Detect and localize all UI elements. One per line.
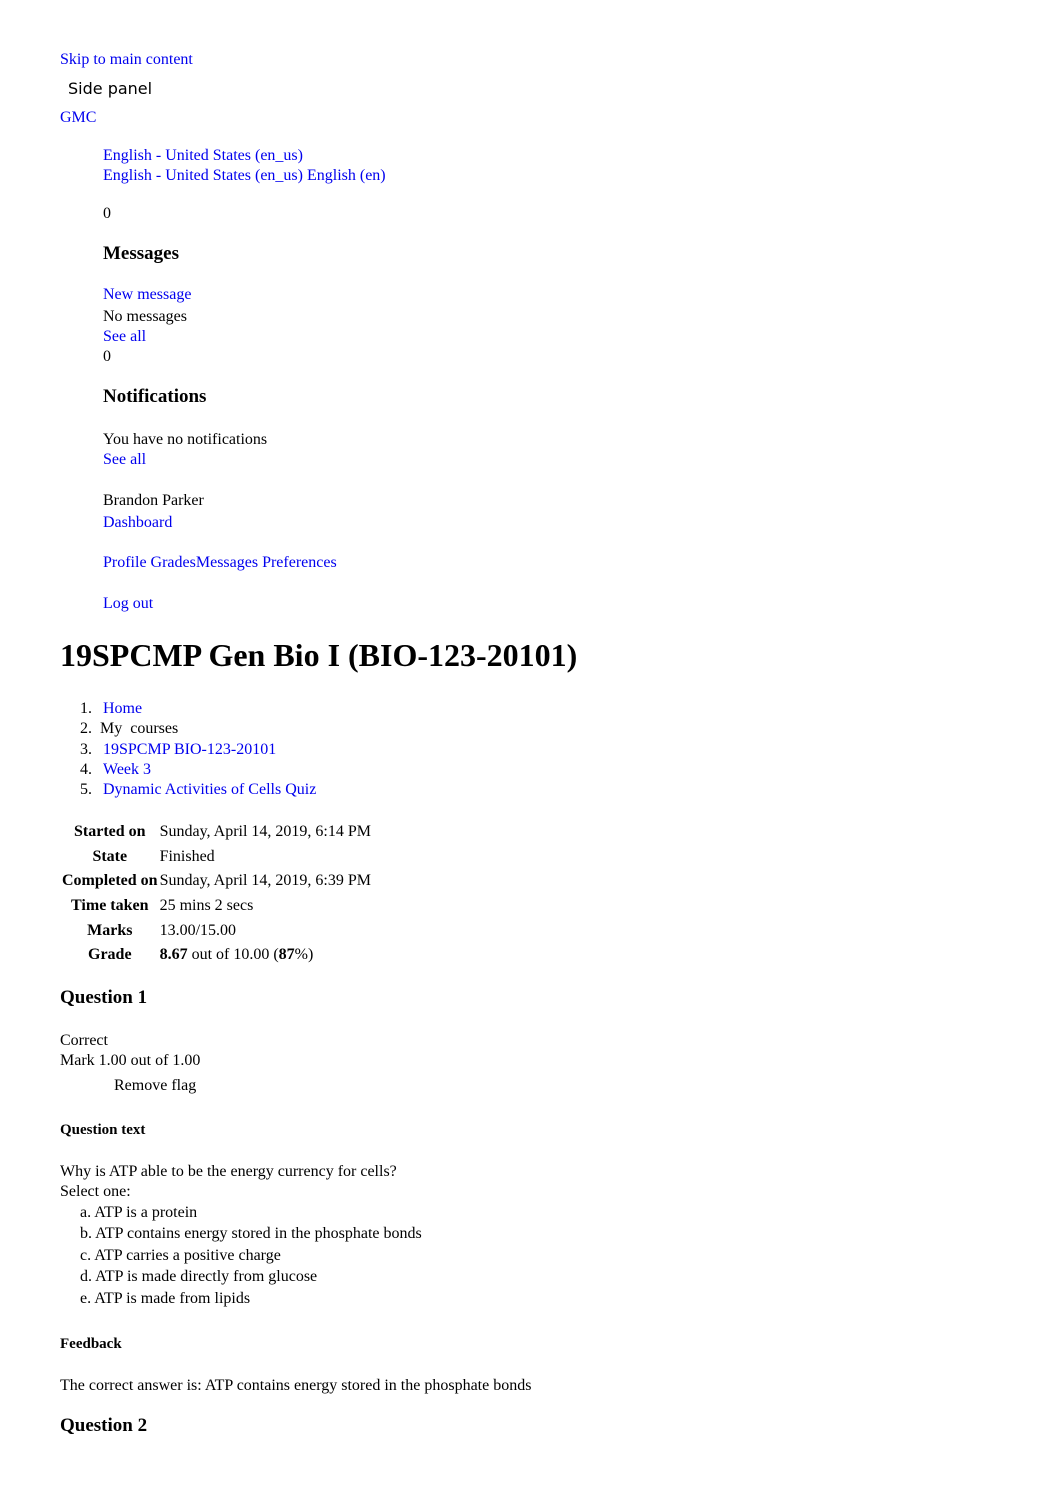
breadcrumb-course-link[interactable]: 19SPCMP BIO-123-20101 xyxy=(103,741,276,758)
summary-value: Finished xyxy=(159,847,215,865)
breadcrumb: 1. Home 2. My courses 3. 19SPCMP BIO-123-20… xyxy=(80,699,316,800)
summary-label: Time taken xyxy=(71,897,149,915)
breadcrumb-week-link[interactable]: Week 3 xyxy=(103,761,151,778)
quiz-summary-table: Started on Sunday, April 14, 2019, 6:14 … xyxy=(60,820,371,968)
language-option-en-us[interactable]: English - United States (en_us) xyxy=(103,167,303,184)
no-notifications-text: You have no notifications xyxy=(103,431,268,448)
breadcrumb-quiz-link[interactable]: Dynamic Activities of Cells Quiz xyxy=(103,781,316,798)
answer-choice-a[interactable]: a. ATP is a protein xyxy=(80,1202,422,1223)
preferences-link[interactable]: Preferences xyxy=(262,554,337,571)
page-title: 19SPCMP Gen Bio I (BIO-123-20101) xyxy=(60,637,578,673)
answer-choices: a. ATP is a protein b. ATP contains ener… xyxy=(80,1202,422,1309)
summary-value: 25 mins 2 secs xyxy=(159,897,254,915)
breadcrumb-my-courses: My courses xyxy=(100,720,179,738)
summary-value: Sunday, April 14, 2019, 6:14 PM xyxy=(159,823,371,841)
breadcrumb-item: 3. 19SPCMP BIO-123-20101 xyxy=(80,740,277,758)
question-1-mark: Mark 1.00 out of 1.00 xyxy=(60,1052,201,1069)
messages-count[interactable]: 0 xyxy=(103,204,111,224)
summary-row-marks: Marks 13.00/15.00 xyxy=(60,918,371,943)
answer-choice-b[interactable]: b. ATP contains energy stored in the pho… xyxy=(80,1223,422,1244)
grade-score: 8.67 xyxy=(159,946,188,964)
summary-row-time-taken: Time taken 25 mins 2 secs xyxy=(60,894,371,919)
notifications-count[interactable]: 0 xyxy=(103,347,111,367)
breadcrumb-item: 1. Home xyxy=(80,700,143,717)
notifications-heading: Notifications xyxy=(103,386,207,407)
new-message-link[interactable]: New message xyxy=(103,285,191,305)
user-name[interactable]: Brandon Parker xyxy=(103,491,204,511)
language-options: English - United States (en_us) English … xyxy=(103,166,386,186)
breadcrumb-home-link[interactable]: Home xyxy=(103,700,142,717)
no-messages-text: No messages xyxy=(103,308,187,325)
answer-choice-e[interactable]: e. ATP is made from lipids xyxy=(80,1288,422,1309)
question-2-title: Question 2 xyxy=(60,1415,148,1436)
side-panel-button[interactable]: Side panel xyxy=(68,79,152,99)
summary-label: Grade xyxy=(88,946,132,964)
skip-to-main-link[interactable]: Skip to main content xyxy=(60,50,193,70)
language-option-en[interactable]: English (en) xyxy=(307,167,386,184)
question-1-text: Why is ATP able to be the energy currenc… xyxy=(60,1163,397,1180)
summary-row-started: Started on Sunday, April 14, 2019, 6:14 … xyxy=(60,820,371,845)
summary-label: Marks xyxy=(87,921,133,939)
answer-choice-d[interactable]: d. ATP is made directly from glucose xyxy=(80,1266,422,1287)
profile-link[interactable]: Profile xyxy=(103,554,147,571)
dashboard-link[interactable]: Dashboard xyxy=(103,513,172,533)
notifications-see-all-link[interactable]: See all xyxy=(103,450,146,470)
breadcrumb-item: 2. My courses xyxy=(80,720,179,738)
summary-label: Started on xyxy=(74,823,146,841)
question-1-status: Correct xyxy=(60,1032,108,1049)
answer-choice-c[interactable]: c. ATP carries a positive charge xyxy=(80,1245,422,1266)
summary-row-completed: Completed on Sunday, April 14, 2019, 6:3… xyxy=(60,869,371,894)
summary-row-state: State Finished xyxy=(60,845,371,870)
select-one-prompt: Select one: xyxy=(60,1183,131,1200)
summary-value: Sunday, April 14, 2019, 6:39 PM xyxy=(159,872,371,890)
breadcrumb-item: 5. Dynamic Activities of Cells Quiz xyxy=(80,781,317,799)
summary-label: Completed on xyxy=(62,872,158,890)
summary-label: State xyxy=(92,847,128,865)
messages-link[interactable]: Messages xyxy=(196,554,258,571)
question-1-title: Question 1 xyxy=(60,987,148,1008)
grade-percent: 87 xyxy=(278,946,295,964)
messages-see-all-link[interactable]: See all xyxy=(103,327,146,347)
feedback-heading: Feedback xyxy=(60,1336,122,1352)
logout-link[interactable]: Log out xyxy=(103,594,153,614)
summary-row-grade: Grade 8.67 out of 10.00 (87%) xyxy=(60,943,371,968)
site-home-link[interactable]: GMC xyxy=(60,108,96,128)
remove-flag-button[interactable]: Remove flag xyxy=(114,1076,196,1096)
summary-value: 8.67 out of 10.00 (87%) xyxy=(159,946,314,964)
feedback-text: The correct answer is: ATP contains ener… xyxy=(60,1377,532,1394)
breadcrumb-item: 4. Week 3 xyxy=(80,760,152,778)
messages-heading: Messages xyxy=(103,243,179,264)
user-menu-links: Profile GradesMessages Preferences xyxy=(103,553,337,573)
question-text-heading: Question text xyxy=(60,1122,146,1138)
grades-link[interactable]: Grades xyxy=(151,554,196,571)
language-menu-toggle[interactable]: English - United States (en_us) xyxy=(103,146,303,166)
summary-value: 13.00/15.00 xyxy=(159,921,237,939)
